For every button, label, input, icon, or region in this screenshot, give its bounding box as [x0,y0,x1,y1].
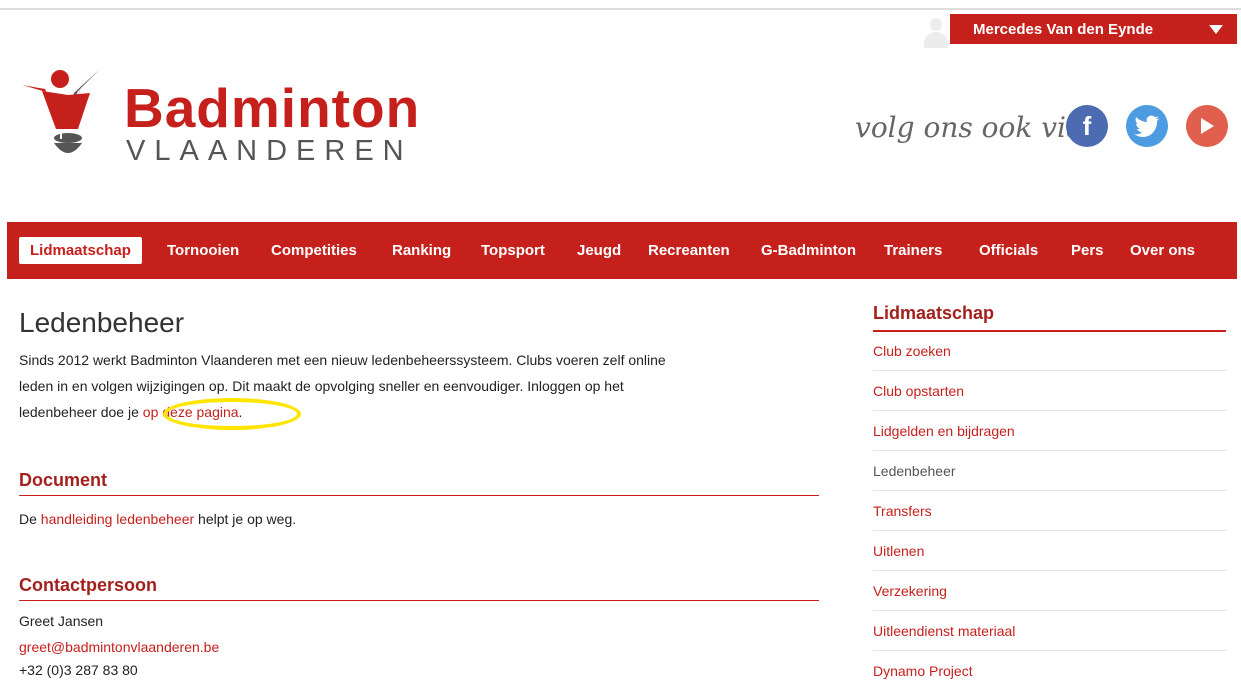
user-avatar-icon [923,18,949,48]
document-heading: Document [19,470,819,496]
nav-officials[interactable]: Officials [979,237,1038,264]
intro-paragraph: Sinds 2012 werkt Badminton Vlaanderen me… [19,347,809,425]
main-navigation: Lidmaatschap Tornooien Competities Ranki… [7,222,1237,279]
user-menu-button[interactable]: Mercedes Van den Eynde [950,14,1237,44]
chevron-down-icon [1209,25,1223,34]
youtube-icon[interactable] [1186,105,1228,147]
page-title: Ledenbeheer [19,307,185,338]
follow-text: volg ons ook via [855,111,1083,144]
nav-pers[interactable]: Pers [1071,237,1104,264]
contact-email-link[interactable]: greet@badmintonvlaanderen.be [19,639,219,655]
sidebar-item-dynamo-project[interactable]: Dynamo Project [873,651,1226,687]
sidebar-title: Lidmaatschap [873,303,1226,332]
sidebar-item-verzekering[interactable]: Verzekering [873,571,1226,611]
sidebar-item-ledenbeheer[interactable]: Ledenbeheer [873,451,1226,491]
sidebar-item-club-zoeken[interactable]: Club zoeken [873,331,1226,371]
shuttlecock-logo-icon [22,69,100,153]
intro-line-3: ledenbeheer doe je op deze pagina. [19,399,809,425]
sidebar-item-uitleendienst[interactable]: Uitleendienst materiaal [873,611,1226,651]
facebook-icon[interactable]: f [1066,105,1108,147]
contact-name: Greet Jansen [19,613,104,629]
document-prefix: De [19,511,41,527]
nav-jeugd[interactable]: Jeugd [577,237,621,264]
nav-ranking[interactable]: Ranking [392,237,451,264]
twitter-icon[interactable] [1126,105,1168,147]
nav-tornooien[interactable]: Tornooien [167,237,239,264]
nav-over-ons[interactable]: Over ons [1130,237,1195,264]
intro-line-1: Sinds 2012 werkt Badminton Vlaanderen me… [19,352,666,368]
contact-heading: Contactpersoon [19,575,819,601]
contact-phone: +32 (0)3 287 83 80 [19,662,138,678]
intro-line-3-prefix: ledenbeheer doe je [19,404,143,420]
top-divider [0,8,1241,10]
nav-recreanten[interactable]: Recreanten [648,237,730,264]
nav-topsport[interactable]: Topsport [481,237,545,264]
logo-text-badminton: Badminton [124,77,421,139]
contact-email: greet@badmintonvlaanderen.be [19,636,219,658]
nav-lidmaatschap[interactable]: Lidmaatschap [19,237,142,264]
document-paragraph: De handleiding ledenbeheer helpt je op w… [19,508,296,530]
login-page-link[interactable]: op deze pagina [143,404,239,420]
nav-competities[interactable]: Competities [271,237,357,264]
intro-line-2: leden in en volgen wijzigingen op. Dit m… [19,378,624,394]
intro-line-3-suffix: . [238,404,243,420]
sidebar-item-lidgelden[interactable]: Lidgelden en bijdragen [873,411,1226,451]
nav-g-badminton[interactable]: G-Badminton [761,237,856,264]
site-logo[interactable]: Badminton VLAANDEREN [20,67,419,177]
nav-trainers[interactable]: Trainers [884,237,942,264]
logo-text-vlaanderen: VLAANDEREN [126,135,413,167]
manual-link[interactable]: handleiding ledenbeheer [41,511,194,527]
user-name: Mercedes Van den Eynde [973,20,1154,38]
sidebar-menu: Club zoeken Club opstarten Lidgelden en … [873,331,1226,687]
sidebar-item-uitlenen[interactable]: Uitlenen [873,531,1226,571]
sidebar-item-transfers[interactable]: Transfers [873,491,1226,531]
social-follow: volg ons ook via f [855,105,1235,155]
sidebar-item-club-opstarten[interactable]: Club opstarten [873,371,1226,411]
document-suffix: helpt je op weg. [194,511,297,527]
